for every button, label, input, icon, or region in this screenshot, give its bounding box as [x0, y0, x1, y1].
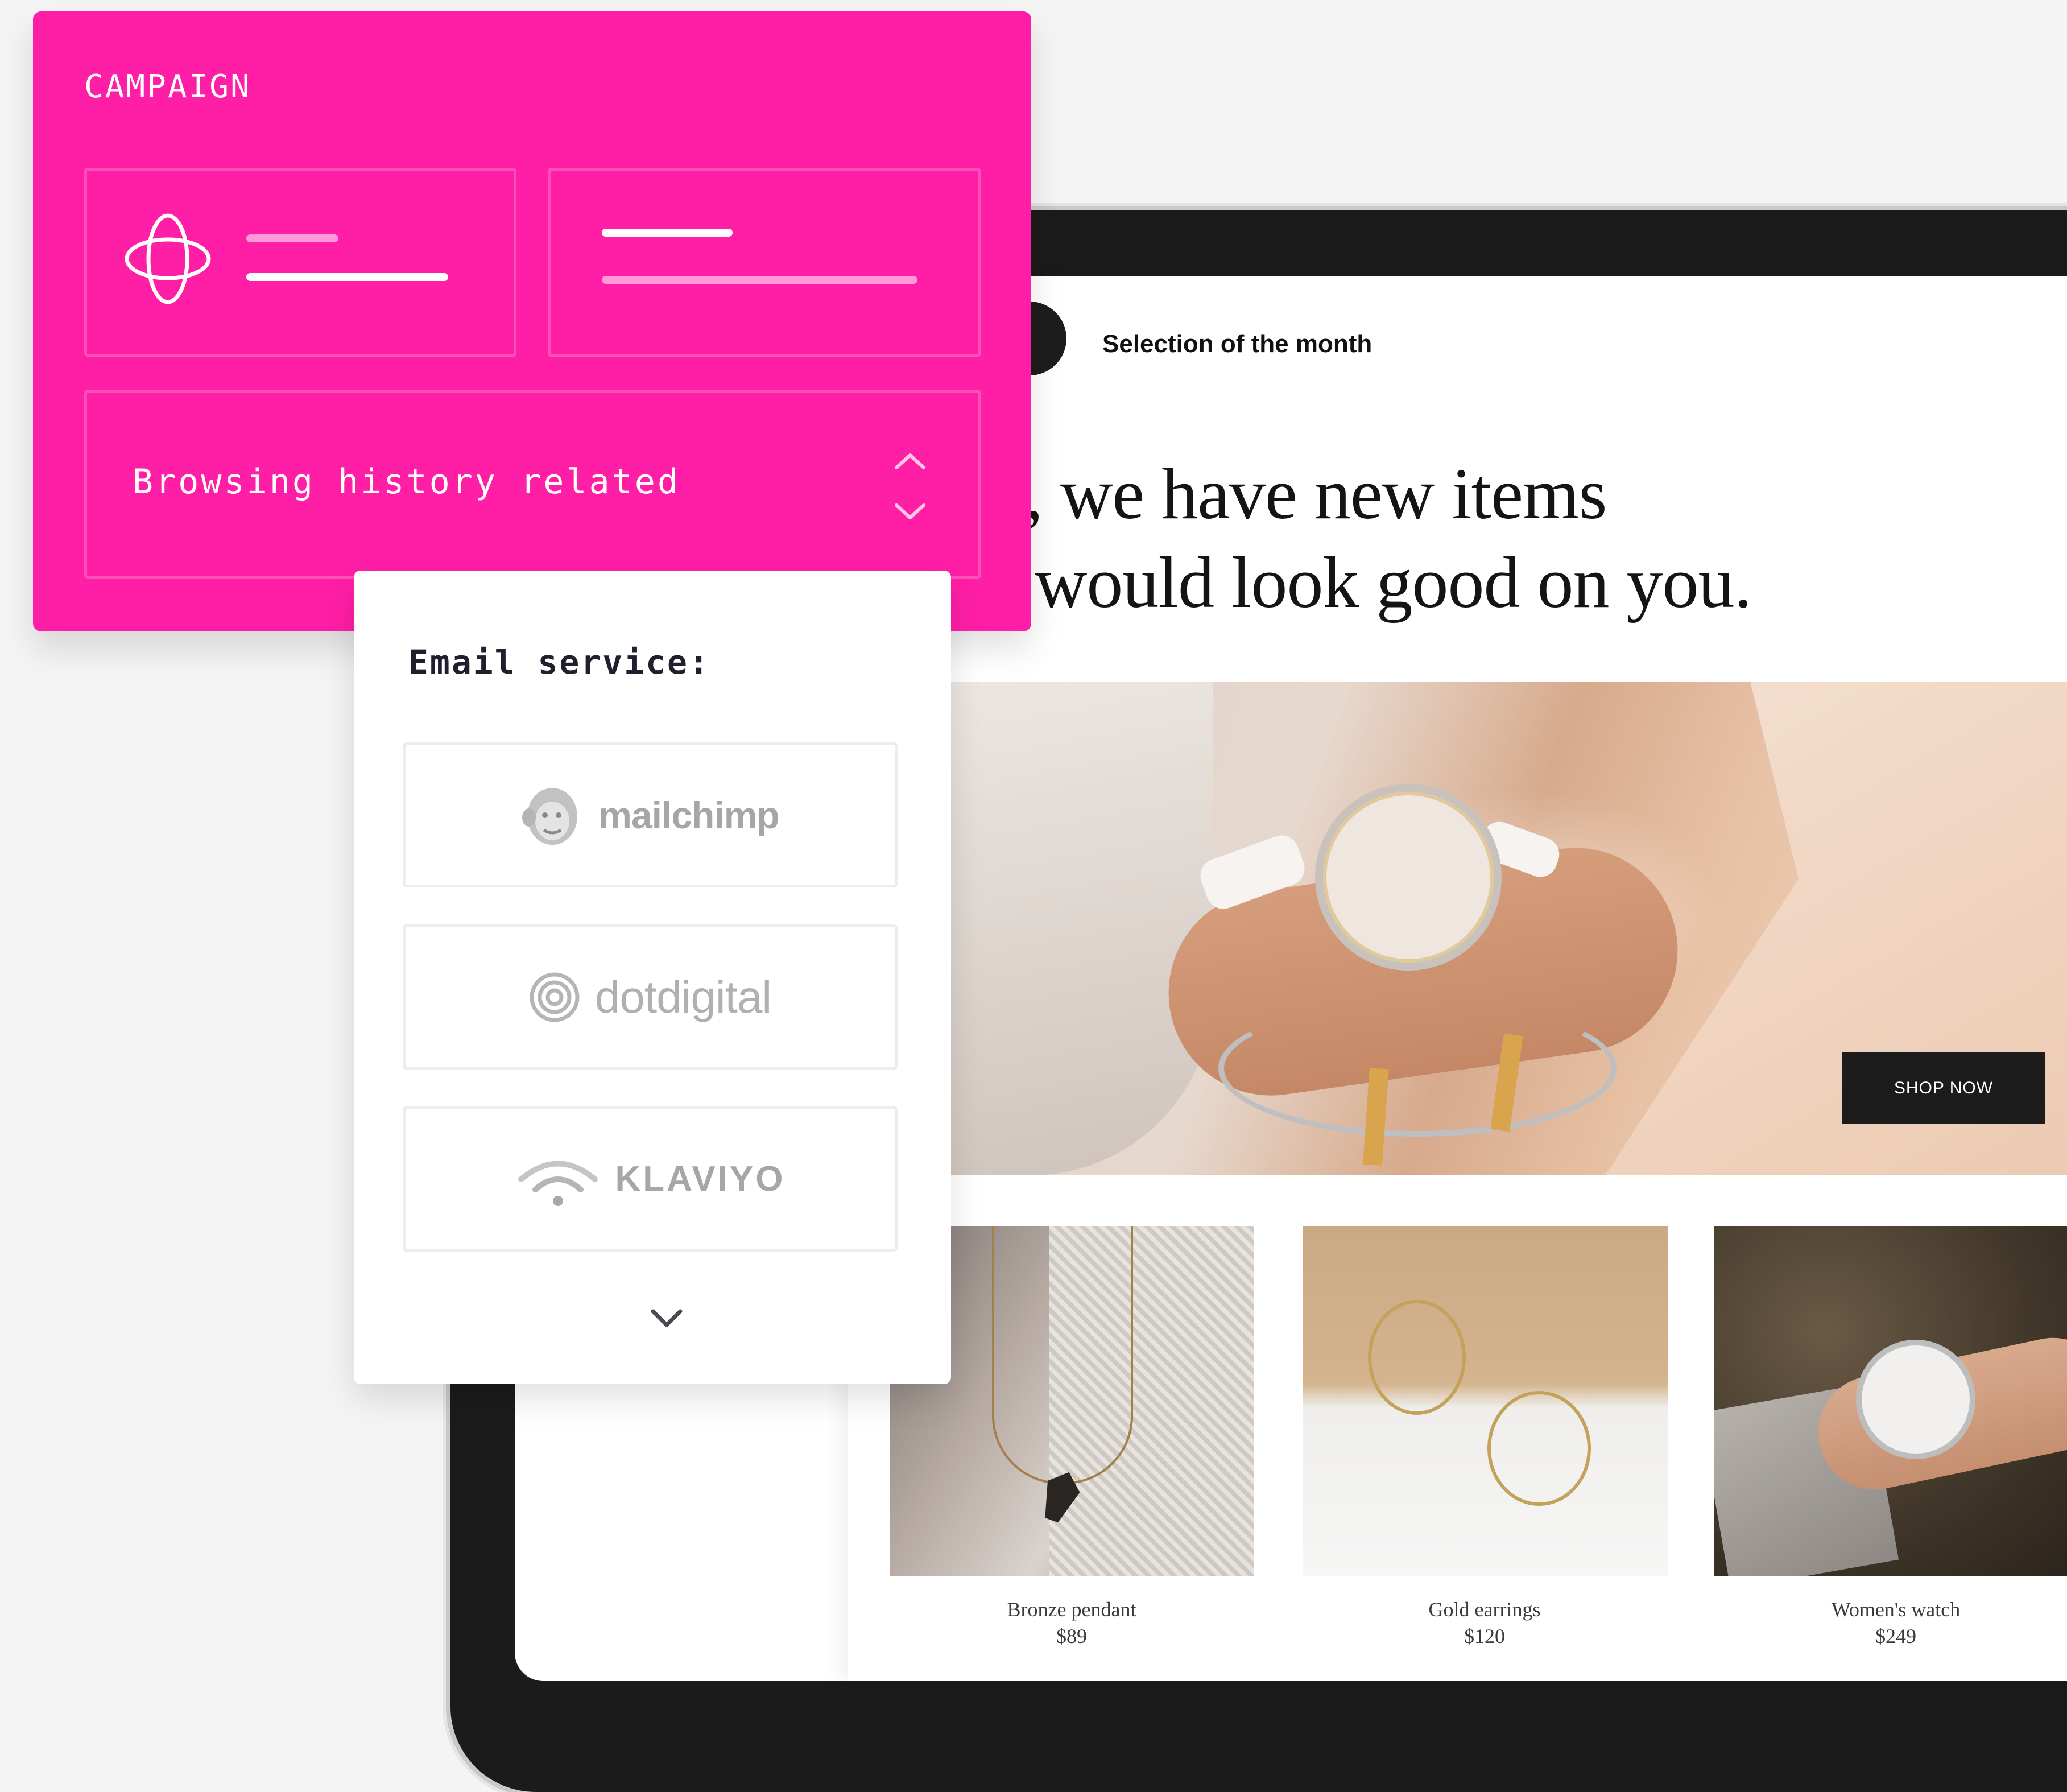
headline-line-2: that would look good on you.: [910, 542, 1752, 623]
targeting-value: Browsing history related: [133, 462, 680, 502]
chevron-down-icon[interactable]: [893, 501, 927, 523]
placeholder-line: [602, 229, 733, 237]
placeholder-line: [602, 276, 917, 284]
placeholder-line: [246, 234, 338, 242]
placeholder-line: [246, 273, 448, 281]
provider-name: dotdigital: [594, 971, 772, 1022]
product-image[interactable]: [1303, 1226, 1668, 1576]
email-service-title: Email service:: [408, 643, 710, 682]
klaviyo-logo-icon: [518, 1161, 598, 1206]
headline-line-1: Hey, we have new items: [910, 453, 1607, 534]
chevron-down-icon[interactable]: [648, 1306, 685, 1331]
chevron-up-icon[interactable]: [893, 449, 927, 472]
product-image[interactable]: [1714, 1226, 2067, 1576]
orbit-icon: [125, 213, 211, 304]
mailchimp-logo-icon: [522, 787, 578, 845]
provider-option-dotdigital[interactable]: dotdigital: [403, 924, 898, 1070]
product-name: Women's watch: [1831, 1598, 1961, 1621]
campaign-option-tile[interactable]: [548, 168, 981, 357]
provider-name: KLAVIYO: [615, 1159, 786, 1199]
product-price: $249: [1875, 1625, 1916, 1648]
product-price: $120: [1464, 1625, 1505, 1648]
campaign-title: CAMPAIGN: [84, 68, 251, 105]
product-price: $89: [1056, 1625, 1087, 1648]
dotdigital-logo-icon: [530, 972, 580, 1022]
section-label: Selection of the month: [1102, 330, 1373, 358]
provider-name: mailchimp: [598, 794, 779, 836]
product-name: Gold earrings: [1428, 1598, 1541, 1621]
product-name: Bronze pendant: [1007, 1598, 1136, 1621]
provider-option-klaviyo[interactable]: KLAVIYO: [403, 1106, 898, 1252]
provider-option-mailchimp[interactable]: mailchimp: [403, 742, 898, 887]
shop-now-button[interactable]: SHOP NOW: [1842, 1052, 2045, 1124]
email-headline: Hey, we have new items that would look g…: [910, 449, 2067, 627]
